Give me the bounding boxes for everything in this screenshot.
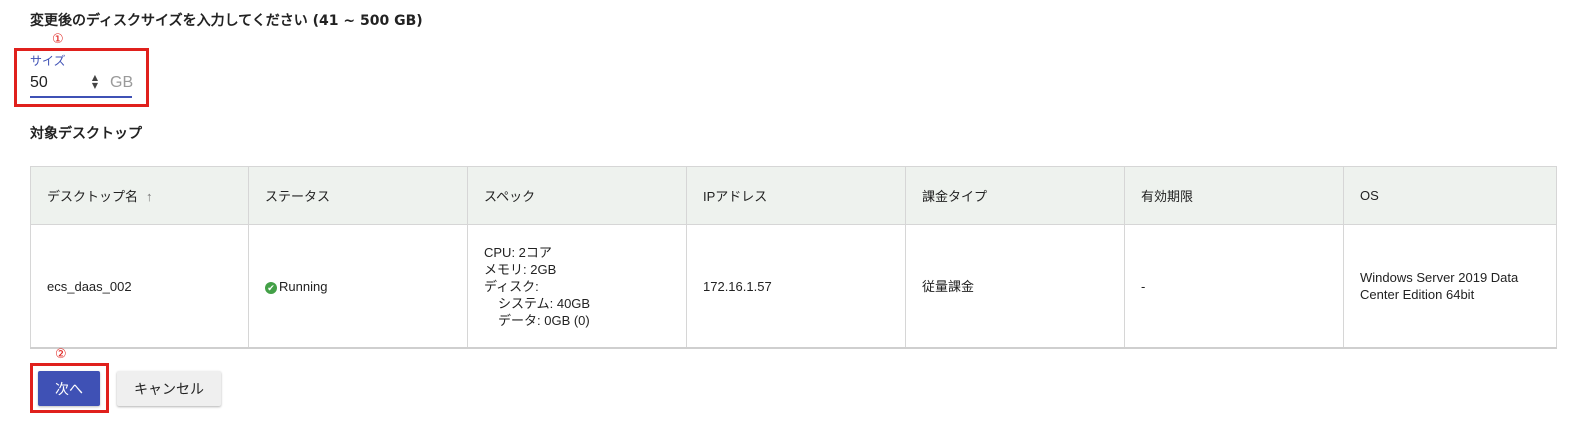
- table-row[interactable]: ecs_daas_002 ✔ Running CPU: 2コア メモリ: 2GB …: [30, 224, 1557, 349]
- spec-data-disk: データ: 0GB (0): [498, 312, 590, 328]
- column-header-os[interactable]: OS: [1343, 166, 1557, 225]
- cell-desktop-name: ecs_daas_002: [30, 224, 249, 349]
- column-header-billing[interactable]: 課金タイプ: [905, 166, 1125, 225]
- spec-system-disk: システム: 40GB: [498, 295, 591, 311]
- desktop-table: デスクトップ名 ↑ ステータス スペック IPアドレス 課金タイプ 有効期限 OS…: [30, 166, 1557, 349]
- page-heading: 変更後のディスクサイズを入力してください (41 ~ 500 GB): [30, 13, 423, 29]
- spinner-arrows-icon[interactable]: ▲ ▼: [90, 74, 100, 90]
- annotation-marker-2: ②: [55, 347, 67, 362]
- cell-os: Windows Server 2019 Data Center Edition …: [1343, 224, 1557, 349]
- next-button[interactable]: 次へ: [38, 371, 100, 406]
- size-field-label: サイズ: [30, 54, 66, 68]
- column-header-label: ステータス: [265, 189, 331, 204]
- size-unit: GB: [110, 74, 134, 91]
- spec-memory: メモリ: 2GB: [484, 261, 557, 277]
- check-circle-icon: ✔: [265, 281, 277, 294]
- status-text: Running: [279, 278, 328, 294]
- column-header-status[interactable]: ステータス: [248, 166, 468, 225]
- column-header-ip[interactable]: IPアドレス: [686, 166, 906, 225]
- column-header-spec[interactable]: スペック: [467, 166, 687, 225]
- cell-status: ✔ Running: [248, 224, 468, 349]
- column-header-desktop-name[interactable]: デスクトップ名 ↑: [30, 166, 249, 225]
- column-header-label: 課金タイプ: [922, 189, 988, 204]
- column-header-label: デスクトップ名: [47, 189, 139, 204]
- annotation-marker-1: ①: [52, 32, 64, 47]
- column-header-label: IPアドレス: [703, 189, 768, 204]
- table-header-row: デスクトップ名 ↑ ステータス スペック IPアドレス 課金タイプ 有効期限 OS: [30, 166, 1557, 225]
- section-title: 対象デスクトップ: [30, 126, 142, 142]
- spec-disk: ディスク:: [484, 278, 539, 294]
- column-header-expiry[interactable]: 有効期限: [1124, 166, 1344, 225]
- column-header-label: OS: [1360, 188, 1379, 203]
- column-header-label: スペック: [484, 189, 536, 204]
- spec-cpu: CPU: 2コア: [484, 244, 552, 260]
- column-header-label: 有効期限: [1141, 189, 1194, 204]
- cell-ip: 172.16.1.57: [686, 224, 906, 349]
- os-line-1: Windows Server 2019 Data: [1360, 270, 1519, 285]
- cancel-button[interactable]: キャンセル: [117, 371, 221, 406]
- cell-billing: 従量課金: [905, 224, 1125, 349]
- size-field: ▲▼ GB: [30, 70, 134, 98]
- cell-spec: CPU: 2コア メモリ: 2GB ディスク: システム: 40GB データ: …: [467, 224, 687, 349]
- cell-expiry: -: [1124, 224, 1344, 349]
- os-line-2: Center Edition 64bit: [1360, 287, 1475, 302]
- arrow-up-icon[interactable]: ↑: [146, 189, 153, 204]
- size-input[interactable]: [30, 72, 88, 94]
